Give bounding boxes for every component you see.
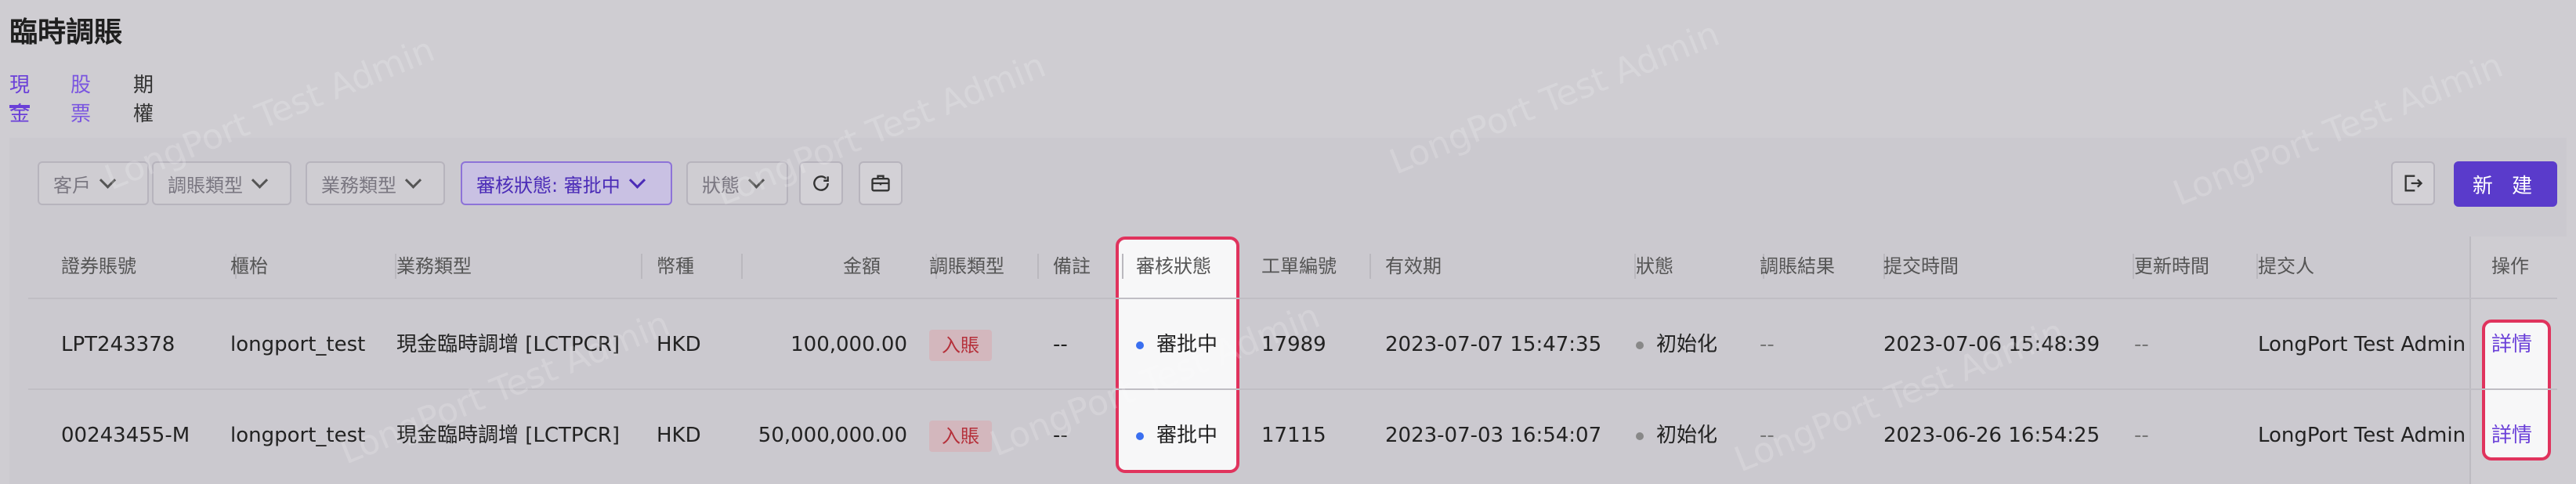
dot-icon — [1136, 341, 1144, 349]
col-submitter: 提交人 — [2258, 255, 2314, 277]
filter-adjust-type-label: 調賬類型 — [168, 174, 243, 197]
filter-business-type[interactable]: 業務類型 — [306, 161, 445, 205]
cell-counter: longport_test — [230, 424, 366, 447]
cell-submitter: LongPort Test Admin — [2258, 424, 2466, 447]
cell-update-time: -- — [2134, 424, 2149, 447]
toolbox-icon — [871, 175, 890, 192]
cell-review-status: 審批中 — [1136, 390, 1217, 481]
review-status-text: 審批中 — [1156, 333, 1218, 356]
dot-icon — [1636, 341, 1644, 349]
new-button[interactable]: 新 建 — [2454, 161, 2557, 207]
chevron-down-icon — [747, 172, 765, 189]
cell-remark: -- — [1053, 333, 1068, 356]
cell-adjust-type: 入賬 — [929, 390, 992, 481]
table-row: LPT243378 longport_test 現金臨時調增 [LCTPCR] … — [28, 298, 2557, 390]
filter-review-status[interactable]: 審核狀態: 審批中 — [461, 161, 672, 205]
col-currency: 幣種 — [657, 235, 743, 298]
col-review-status: 審核狀態 — [1136, 255, 1211, 277]
col-actions: 操作 — [2491, 255, 2529, 277]
cell-ticket-no: 17989 — [1261, 333, 1326, 356]
cell-business-type: 現金臨時調增 [LCTPCR] — [396, 424, 620, 447]
filter-review-status-label: 審核狀態: 審批中 — [476, 174, 620, 197]
cell-counter: longport_test — [230, 333, 366, 356]
col-ticket-no: 工單編號 — [1261, 235, 1371, 298]
cell-remark: -- — [1053, 424, 1068, 447]
chevron-down-icon — [404, 172, 422, 189]
adjust-type-tag: 入賬 — [929, 329, 992, 361]
filter-adjust-type[interactable]: 調賬類型 — [152, 161, 291, 205]
adjust-type-tag: 入賬 — [929, 420, 992, 452]
cell-ticket-no: 17115 — [1261, 424, 1326, 447]
export-icon — [2404, 175, 2423, 192]
cell-currency: HKD — [657, 333, 701, 356]
refresh-icon — [813, 175, 829, 191]
cell-amount: 100,000.00 — [791, 333, 907, 356]
cell-status: 初始化 — [1636, 299, 1717, 390]
col-update-time: 更新時間 — [2134, 235, 2258, 298]
tab-options[interactable]: 期權 — [133, 69, 154, 126]
col-submit-time: 提交時間 — [1883, 235, 2134, 298]
cell-currency: HKD — [657, 424, 701, 447]
filter-business-type-label: 業務類型 — [321, 174, 396, 197]
col-remark: 備註 — [1053, 235, 1123, 298]
filter-customer-label: 客戶 — [53, 174, 91, 197]
col-business-type: 業務類型 — [396, 235, 642, 298]
refresh-button[interactable] — [799, 161, 843, 205]
table-row: 00243455-M longport_test 現金臨時調增 [LCTPCR]… — [28, 388, 2557, 481]
export-button[interactable] — [2391, 161, 2435, 205]
col-valid-until: 有效期 — [1385, 235, 1636, 298]
cell-adjust-type: 入賬 — [929, 299, 992, 390]
col-account: 證券賬號 — [61, 235, 237, 298]
filter-status-label: 狀態 — [702, 174, 740, 197]
col-status: 狀態 — [1636, 235, 1764, 298]
cell-submit-time: 2023-06-26 16:54:25 — [1883, 424, 2100, 447]
col-adjust-type: 調賬類型 — [929, 235, 1039, 298]
status-text: 初始化 — [1656, 333, 1718, 356]
cell-account: LPT243378 — [61, 333, 175, 356]
cell-adjust-result: -- — [1760, 424, 1775, 447]
filter-status[interactable]: 狀態 — [686, 161, 788, 205]
cell-submitter: LongPort Test Admin — [2258, 333, 2466, 356]
cell-adjust-result: -- — [1760, 333, 1775, 356]
tab-stock[interactable]: 股票 — [71, 69, 91, 126]
toolbox-button[interactable] — [859, 161, 903, 205]
cell-valid-until: 2023-07-03 16:54:07 — [1385, 424, 1602, 447]
col-counter: 櫃枱 — [230, 235, 396, 298]
cell-review-status: 審批中 — [1136, 299, 1217, 390]
cell-update-time: -- — [2134, 333, 2149, 356]
cell-submit-time: 2023-07-06 15:48:39 — [1883, 333, 2100, 356]
cell-amount: 50,000,000.00 — [758, 424, 907, 447]
filter-customer[interactable]: 客戶 — [38, 161, 149, 205]
cell-status: 初始化 — [1636, 390, 1717, 481]
cell-valid-until: 2023-07-07 15:47:35 — [1385, 333, 1602, 356]
page-title: 臨時調賬 — [9, 16, 123, 49]
status-text: 初始化 — [1656, 424, 1718, 447]
cell-account: 00243455-M — [61, 424, 190, 447]
dot-icon — [1136, 432, 1144, 440]
chevron-down-icon — [251, 172, 269, 189]
col-amount: 金額 — [843, 235, 937, 298]
cell-business-type: 現金臨時調增 [LCTPCR] — [396, 333, 620, 356]
dot-icon — [1636, 432, 1644, 440]
details-link[interactable]: 詳情 — [2491, 299, 2532, 390]
chevron-down-icon — [99, 172, 117, 189]
filter-bar: 客戶 調賬類型 業務類型 審核狀態: 審批中 狀態 新 建 — [9, 138, 2567, 232]
details-link[interactable]: 詳情 — [2491, 390, 2532, 481]
chevron-down-icon — [628, 172, 646, 189]
tab-cash[interactable]: 現金 — [9, 69, 31, 126]
review-status-text: 審批中 — [1156, 424, 1218, 447]
col-adjust-result: 調賬結果 — [1760, 235, 1885, 298]
table-header: 證券賬號 櫃枱 業務類型 幣種 金額 調賬類型 備註 審核狀態 工單編號 有效期… — [28, 235, 2557, 298]
